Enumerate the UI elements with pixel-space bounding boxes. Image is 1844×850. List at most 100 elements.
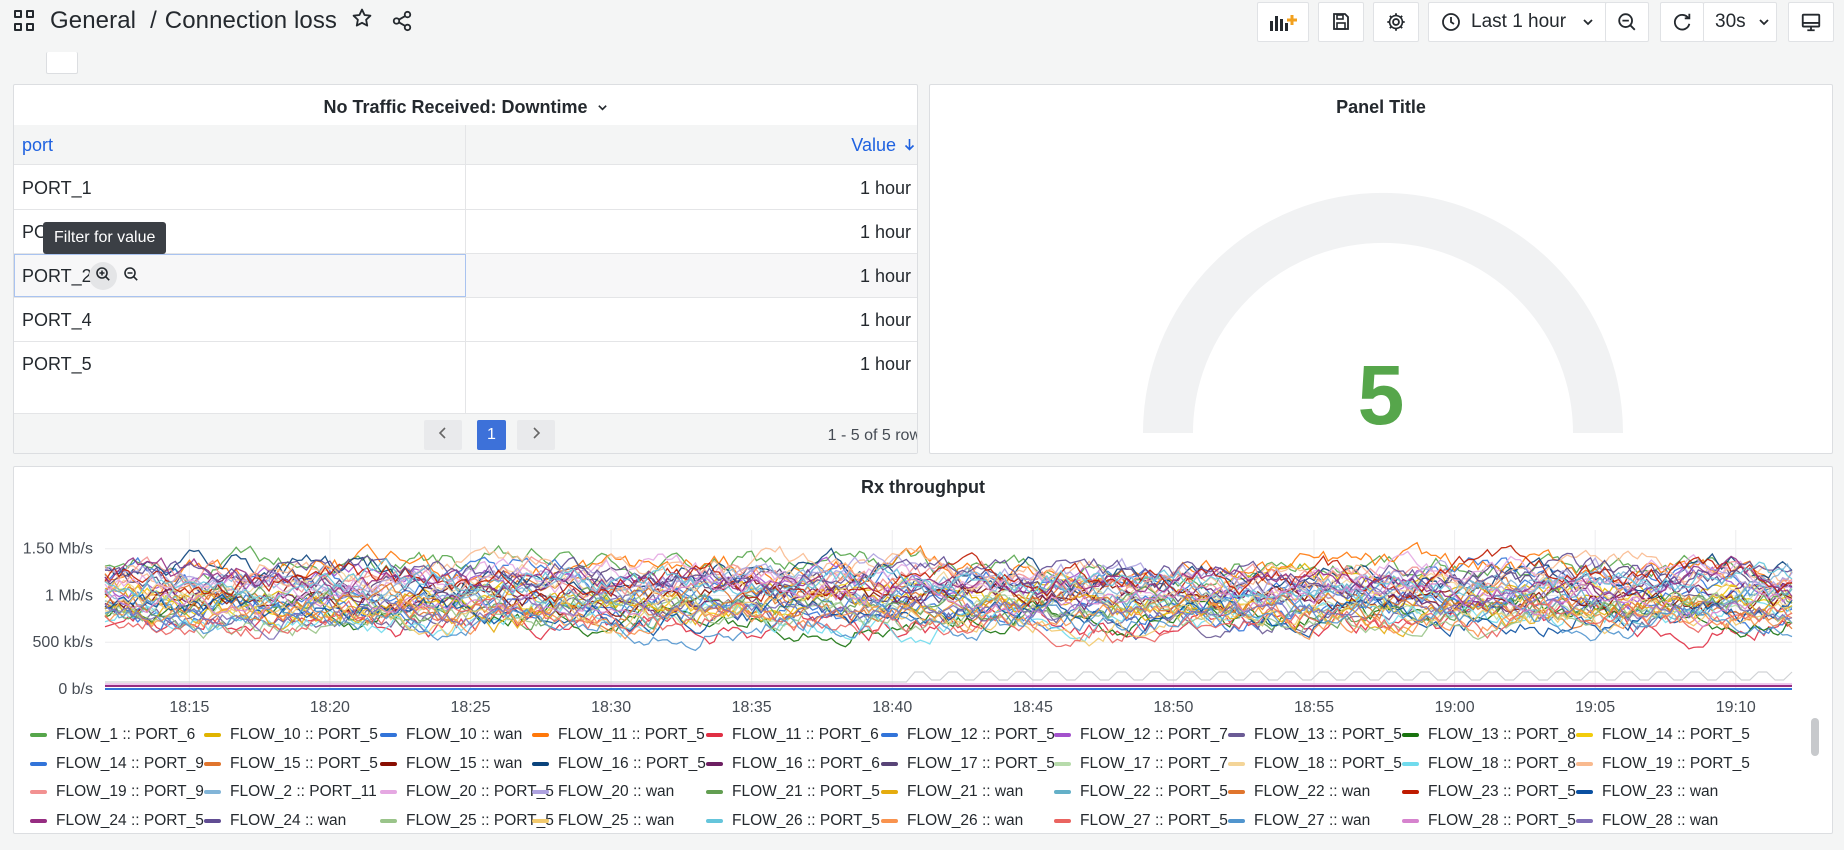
cell-port[interactable]: PORT_2 [22, 266, 92, 287]
legend-label: FLOW_22 :: PORT_5 [1080, 783, 1228, 800]
current-page-button[interactable]: 1 [477, 420, 506, 450]
legend-item[interactable]: FLOW_1 :: PORT_6 [30, 726, 195, 744]
legend-item[interactable]: FLOW_27 :: PORT_5 [1054, 812, 1228, 830]
breadcrumb-folder[interactable]: General [50, 7, 136, 35]
legend-swatch [881, 818, 898, 823]
legend-item[interactable]: FLOW_23 :: PORT_5 [1402, 783, 1576, 801]
legend-item[interactable]: FLOW_12 :: PORT_5 [881, 726, 1055, 744]
cell-value[interactable]: 1 hour [860, 178, 911, 199]
legend-item[interactable]: FLOW_15 :: wan [380, 755, 522, 773]
legend-item[interactable]: FLOW_10 :: PORT_5 [204, 726, 378, 744]
legend-swatch [881, 733, 898, 737]
refresh-button[interactable] [1660, 2, 1704, 42]
legend-item[interactable]: FLOW_22 :: wan [1228, 783, 1370, 801]
gear-icon [1385, 11, 1407, 33]
legend-swatch [204, 790, 221, 794]
table-header: port Value [14, 125, 917, 165]
legend-label: FLOW_21 :: PORT_5 [732, 783, 880, 800]
timeseries-panel-title[interactable]: Rx throughput [14, 477, 1832, 498]
legend-item[interactable]: FLOW_25 :: PORT_5 [380, 812, 554, 830]
zoom-out-icon [123, 266, 139, 287]
legend-item[interactable]: FLOW_24 :: PORT_5 [30, 812, 204, 830]
tv-mode-button[interactable] [1788, 2, 1834, 42]
table-panel: No Traffic Received: Downtime port Value… [13, 84, 918, 454]
legend-item[interactable]: FLOW_20 :: wan [532, 783, 674, 801]
cell-value[interactable]: 1 hour [860, 266, 911, 287]
legend-swatch [1054, 733, 1071, 737]
legend-item[interactable]: FLOW_14 :: PORT_5 [1576, 726, 1750, 744]
table-row[interactable]: PORT_2 1 hour [14, 254, 917, 298]
cell-port[interactable]: PORT_4 [22, 310, 92, 331]
legend-item[interactable]: FLOW_28 :: wan [1576, 812, 1718, 830]
legend-swatch [1054, 761, 1071, 766]
legend-item[interactable]: FLOW_13 :: PORT_8 [1402, 726, 1576, 744]
legend-item[interactable]: FLOW_23 :: wan [1576, 783, 1718, 801]
legend-item[interactable]: FLOW_19 :: PORT_9 [30, 783, 204, 801]
table-row[interactable]: PORT_5 1 hour [14, 342, 917, 386]
legend-label: FLOW_14 :: PORT_5 [1602, 726, 1750, 743]
legend-item[interactable]: FLOW_11 :: PORT_6 [706, 726, 879, 744]
dashboard-title[interactable]: Connection loss [165, 7, 337, 35]
legend-item[interactable]: FLOW_22 :: PORT_5 [1054, 783, 1228, 801]
legend-item[interactable]: FLOW_21 :: wan [881, 783, 1023, 801]
save-dashboard-button[interactable] [1318, 2, 1364, 42]
legend-item[interactable]: FLOW_25 :: wan [532, 812, 674, 830]
legend-scrollbar[interactable] [1811, 718, 1819, 756]
legend-swatch [30, 761, 47, 766]
legend-item[interactable]: FLOW_26 :: wan [881, 812, 1023, 830]
time-range-label: Last 1 hour [1471, 11, 1567, 32]
legend-swatch [204, 761, 221, 766]
cell-value[interactable]: 1 hour [860, 354, 911, 375]
next-page-button[interactable] [517, 420, 555, 450]
filter-for-value-button[interactable] [89, 262, 117, 290]
share-icon[interactable] [391, 10, 413, 32]
add-panel-button[interactable] [1257, 2, 1309, 42]
legend-item[interactable]: FLOW_26 :: PORT_5 [706, 812, 880, 830]
legend-label: FLOW_20 :: wan [558, 783, 675, 800]
legend-label: FLOW_1 :: PORT_6 [56, 726, 196, 743]
legend-item[interactable]: FLOW_12 :: PORT_7 [1054, 726, 1228, 744]
column-header-value[interactable]: Value [851, 135, 915, 156]
legend-item[interactable]: FLOW_14 :: PORT_9 [30, 755, 204, 773]
legend-label: FLOW_12 :: PORT_5 [907, 726, 1055, 743]
legend-swatch [1228, 790, 1245, 794]
legend-swatch [380, 733, 397, 737]
table-row[interactable]: PORT_4 1 hour [14, 298, 917, 342]
legend-item[interactable]: FLOW_15 :: PORT_5 [204, 755, 378, 773]
dashboards-grid-icon[interactable] [14, 10, 36, 32]
cell-value[interactable]: 1 hour [860, 310, 911, 331]
legend-item[interactable]: FLOW_27 :: wan [1228, 812, 1370, 830]
star-icon[interactable] [351, 7, 373, 36]
legend-item[interactable]: FLOW_17 :: PORT_7 [1054, 755, 1228, 773]
legend-label: FLOW_13 :: PORT_8 [1428, 726, 1576, 743]
column-header-port[interactable]: port [22, 135, 53, 156]
cell-port[interactable]: PORT_1 [22, 178, 92, 199]
dashboard-settings-button[interactable] [1373, 2, 1419, 42]
legend-item[interactable]: FLOW_13 :: PORT_5 [1228, 726, 1402, 744]
legend-item[interactable]: FLOW_17 :: PORT_5 [881, 755, 1055, 773]
cell-value[interactable]: 1 hour [860, 222, 911, 243]
legend-item[interactable]: FLOW_20 :: PORT_5 [380, 783, 554, 801]
time-range-picker[interactable]: Last 1 hour [1428, 2, 1614, 42]
legend-label: FLOW_10 :: wan [406, 726, 523, 743]
legend-item[interactable]: FLOW_18 :: PORT_8 [1402, 755, 1576, 773]
legend-item[interactable]: FLOW_18 :: PORT_5 [1228, 755, 1402, 773]
legend-item[interactable]: FLOW_16 :: PORT_5 [532, 755, 706, 773]
table-panel-header[interactable]: No Traffic Received: Downtime [14, 97, 917, 118]
legend-item[interactable]: FLOW_11 :: PORT_5 [532, 726, 705, 744]
legend-item[interactable]: FLOW_28 :: PORT_5 [1402, 812, 1576, 830]
refresh-interval-picker[interactable]: 30s [1703, 2, 1777, 42]
previous-page-button[interactable] [424, 420, 462, 450]
legend-item[interactable]: FLOW_21 :: PORT_5 [706, 783, 880, 801]
filter-out-value-button[interactable] [119, 262, 143, 290]
table-row[interactable]: PORT_1 1 hour [14, 166, 917, 210]
legend-item[interactable]: FLOW_24 :: wan [204, 812, 346, 830]
zoom-out-time-button[interactable] [1605, 2, 1649, 42]
collapsed-panel-stub [46, 52, 78, 74]
legend-item[interactable]: FLOW_10 :: wan [380, 726, 522, 744]
legend-swatch [1576, 761, 1593, 766]
legend-item[interactable]: FLOW_16 :: PORT_6 [706, 755, 880, 773]
cell-port[interactable]: PORT_5 [22, 354, 92, 375]
legend-item[interactable]: FLOW_19 :: PORT_5 [1576, 755, 1750, 773]
legend-item[interactable]: FLOW_2 :: PORT_11 [204, 783, 377, 801]
